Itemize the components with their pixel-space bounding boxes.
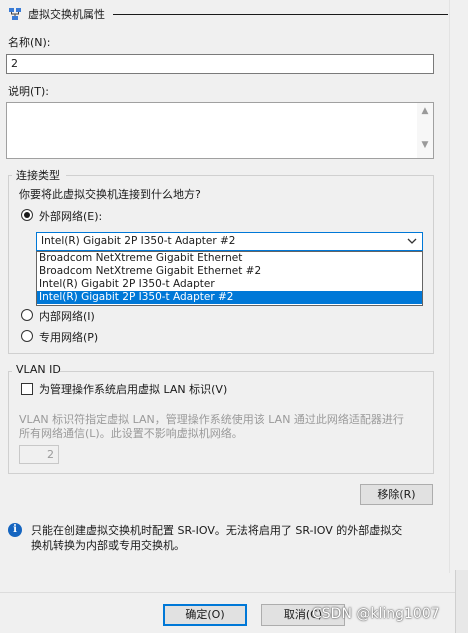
chevron-down-icon[interactable] xyxy=(407,238,417,245)
adapter-dropdown-list: Broadcom NetXtreme Gigabit Ethernet Broa… xyxy=(36,251,423,306)
notes-scrollbar[interactable]: ▲ ▼ xyxy=(417,103,433,158)
vlan-id-input[interactable]: 2 xyxy=(19,445,59,464)
section-divider xyxy=(113,13,448,15)
connection-group-border-left xyxy=(8,175,9,353)
name-input[interactable]: 2 xyxy=(6,54,434,74)
ok-button[interactable]: 确定(O) xyxy=(163,604,247,626)
vlan-id-value: 2 xyxy=(47,448,54,461)
scroll-up-icon[interactable]: ▲ xyxy=(417,106,433,116)
vlan-group-label: VLAN ID xyxy=(14,363,63,376)
connection-group-label: 连接类型 xyxy=(14,167,62,183)
private-network-label[interactable]: 专用网络(P) xyxy=(39,329,98,345)
notes-textarea[interactable]: ▲ ▼ xyxy=(6,102,434,159)
notes-label: 说明(T): xyxy=(8,85,50,98)
adapter-option-selected[interactable]: Intel(R) Gigabit 2P I350-t Adapter #2 xyxy=(37,291,422,304)
vlan-group-border-bottom xyxy=(8,473,434,474)
vlan-group-border-top xyxy=(60,371,434,372)
window-scrollbar[interactable] xyxy=(449,0,468,573)
external-network-label[interactable]: 外部网络(E): xyxy=(39,208,102,224)
internal-network-label[interactable]: 内部网络(I) xyxy=(39,308,95,324)
adapter-select[interactable]: Intel(R) Gigabit 2P I350-t Adapter #2 xyxy=(36,232,423,251)
sriov-info-line2: 换机转换为内部或专用交换机。 xyxy=(31,539,185,552)
window-edge xyxy=(455,570,468,633)
name-label: 名称(N): xyxy=(8,36,51,49)
vlan-enable-checkbox[interactable] xyxy=(21,383,33,395)
adapter-select-value: Intel(R) Gigabit 2P I350-t Adapter #2 xyxy=(41,235,236,247)
sriov-info-line1: 只能在创建虚拟交换机时配置 SR-IOV。无法将启用了 SR-IOV 的外部虚拟… xyxy=(31,524,403,537)
info-icon: i xyxy=(8,523,22,537)
external-network-radio[interactable] xyxy=(21,209,33,221)
connection-question: 你要将此虚拟交换机连接到什么地方? xyxy=(19,188,201,201)
remove-button[interactable]: 移除(R) xyxy=(360,484,433,505)
footer-divider xyxy=(0,592,455,593)
section-header: 虚拟交换机属性 xyxy=(8,5,448,23)
vlan-group-border-left xyxy=(8,371,9,473)
private-network-radio[interactable] xyxy=(21,330,33,342)
vlan-description-line2: 所有网络通信(L)。此设置不影响虚拟机网络。 xyxy=(19,427,243,440)
network-switch-icon xyxy=(9,8,21,20)
section-title: 虚拟交换机属性 xyxy=(28,8,105,21)
connection-group-border-right xyxy=(433,175,434,353)
connection-group-border-bottom xyxy=(8,353,434,354)
vlan-group-border-right xyxy=(433,371,434,473)
adapter-option[interactable]: Broadcom NetXtreme Gigabit Ethernet #2 xyxy=(37,265,422,278)
connection-group-border-top xyxy=(66,175,434,176)
csdn-watermark: CSDN @kling1007 xyxy=(312,606,440,622)
adapter-option[interactable]: Broadcom NetXtreme Gigabit Ethernet xyxy=(37,252,422,265)
name-input-value: 2 xyxy=(11,57,18,70)
adapter-option[interactable]: Intel(R) Gigabit 2P I350-t Adapter xyxy=(37,278,422,291)
internal-network-radio[interactable] xyxy=(21,309,33,321)
vlan-enable-label[interactable]: 为管理操作系统启用虚拟 LAN 标识(V) xyxy=(39,381,227,397)
scroll-down-icon[interactable]: ▼ xyxy=(417,140,433,150)
